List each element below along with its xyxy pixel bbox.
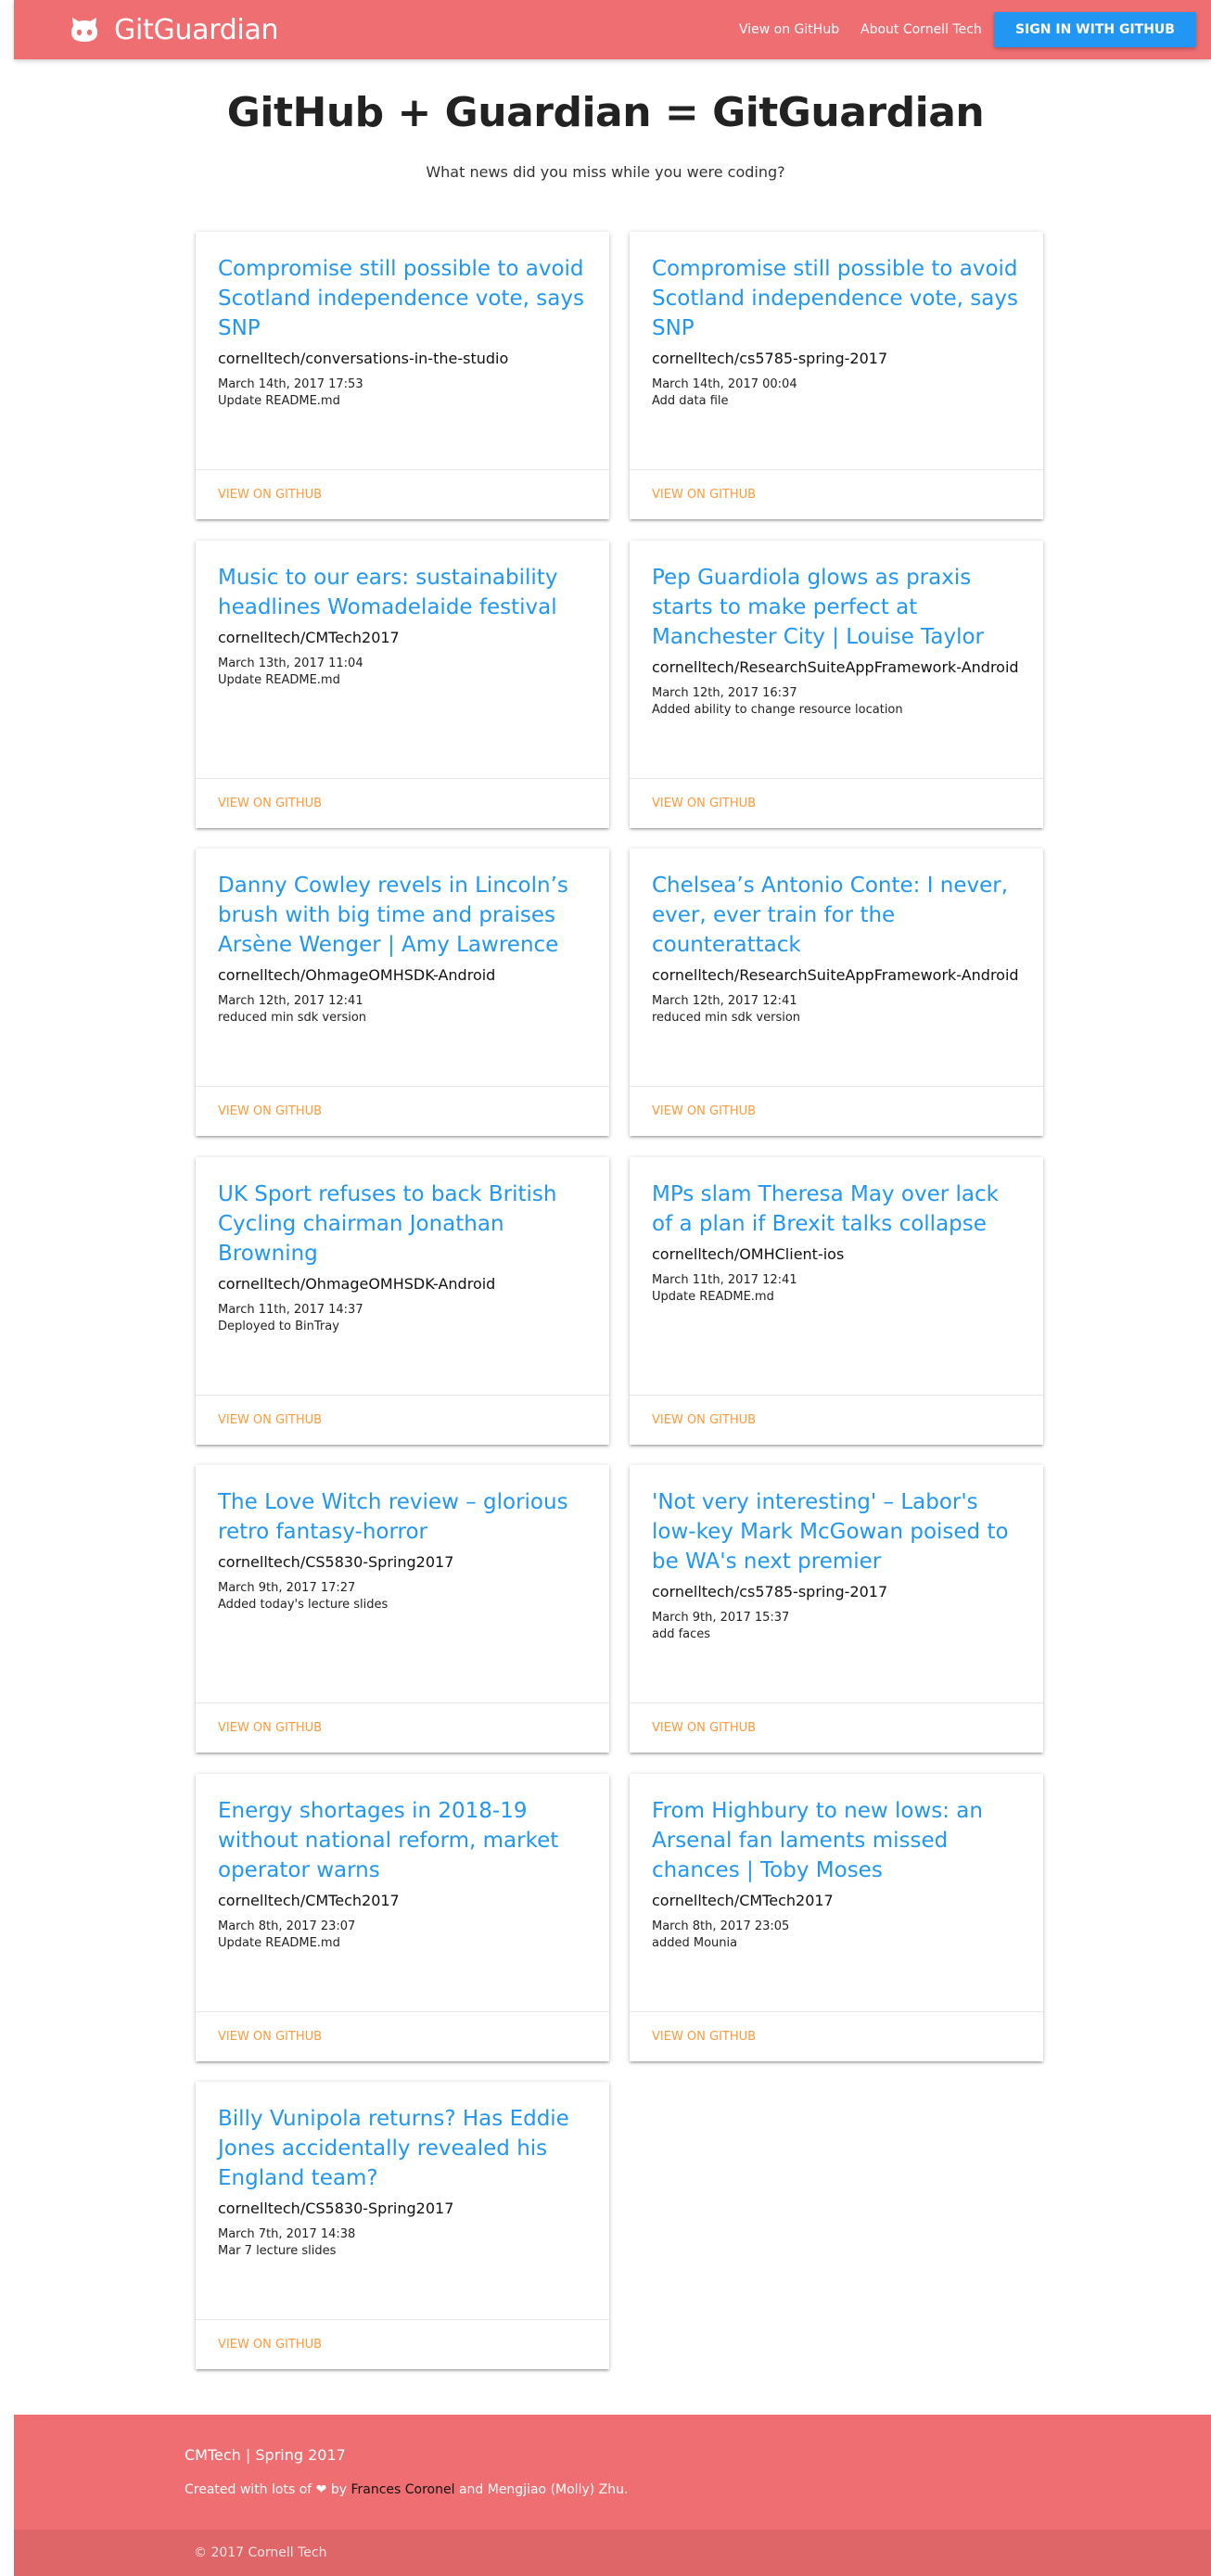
sign-in-with-github-button[interactable]: SIGN IN WITH GITHUB [994,12,1196,47]
card-commit-message: Added ability to change resource locatio… [652,703,903,717]
card-repo-name: cornelltech/cs5785-spring-2017 [652,1583,888,1600]
card-commit-message: Update README.md [218,394,340,408]
news-card: Music to our ears: sustainability headli… [196,541,609,828]
card-commit-date: March 11th, 2017 12:41 [652,1273,797,1287]
card-headline-link[interactable]: Energy shortages in 2018-19 without nati… [218,1796,587,1885]
card-headline-link[interactable]: Compromise still possible to avoid Scotl… [652,254,1021,343]
view-on-github-link[interactable]: VIEW ON GITHUB [218,1703,322,1753]
card-headline-link[interactable]: MPs slam Theresa May over lack of a plan… [652,1180,1021,1239]
brand-name[interactable]: GitGuardian [114,14,279,46]
card-commit-date: March 11th, 2017 14:37 [218,1303,363,1317]
card-commit-message: Mar 7 lecture slides [218,2244,337,2258]
card-repo-name: cornelltech/ResearchSuiteAppFramework-An… [652,966,1019,984]
footer-credit: Created with lots of ❤ by Frances Corone… [185,2482,628,2497]
card-commit-message: Update README.md [218,1936,340,1950]
view-on-github-link[interactable]: VIEW ON GITHUB [652,2012,756,2062]
view-on-github-link[interactable]: VIEW ON GITHUB [218,1396,322,1446]
footer-credit-prefix: Created with lots of [185,2482,312,2497]
card-commit-message: added Mounia [652,1936,738,1950]
copyright-bar: © 2017 Cornell Tech [14,2530,1211,2576]
page-title: GitHub + Guardian = GitGuardian [226,89,985,136]
github-cat-icon [71,18,97,42]
news-card: MPs slam Theresa May over lack of a plan… [630,1157,1043,1445]
card-repo-name: cornelltech/CS5830-Spring2017 [218,1553,454,1571]
card-headline-link[interactable]: 'Not very interesting' – Labor's low-key… [652,1487,1021,1576]
card-headline-link[interactable]: Pep Guardiola glows as praxis starts to … [652,563,1021,652]
footer-credit-by: by [330,2482,348,2497]
card-headline-link[interactable]: Danny Cowley revels in Lincoln’s brush w… [218,871,587,960]
news-card: 'Not very interesting' – Labor's low-key… [630,1465,1043,1753]
card-headline-link[interactable]: Chelsea’s Antonio Conte: I never, ever, … [652,871,1021,960]
card-commit-date: March 12th, 2017 16:37 [652,686,797,700]
news-card: UK Sport refuses to back British Cycling… [196,1157,609,1445]
card-headline-link[interactable]: UK Sport refuses to back British Cycling… [218,1180,587,1269]
view-on-github-link[interactable]: VIEW ON GITHUB [218,2012,322,2062]
view-on-github-link[interactable]: VIEW ON GITHUB [218,2320,322,2370]
card-commit-date: March 12th, 2017 12:41 [218,994,363,1008]
card-repo-name: cornelltech/cs5785-spring-2017 [652,350,888,367]
card-commit-message: Add data file [652,394,729,408]
card-commit-message: add faces [652,1627,711,1641]
view-on-github-link[interactable]: VIEW ON GITHUB [652,779,756,829]
news-card: Billy Vunipola returns? Has Eddie Jones … [196,2082,609,2369]
card-commit-message: reduced min sdk version [218,1011,367,1025]
card-repo-name: cornelltech/CMTech2017 [218,629,400,646]
card-commit-date: March 9th, 2017 15:37 [652,1611,790,1625]
view-on-github-link[interactable]: VIEW ON GITHUB [652,1703,756,1753]
view-on-github-link[interactable]: VIEW ON GITHUB [218,470,322,520]
card-repo-name: cornelltech/OhmageOMHSDK-Android [218,966,496,984]
news-card: Compromise still possible to avoid Scotl… [196,232,609,519]
card-commit-date: March 14th, 2017 17:53 [218,377,363,391]
card-headline-link[interactable]: The Love Witch review – glorious retro f… [218,1487,587,1547]
card-commit-date: March 8th, 2017 23:07 [218,1919,356,1933]
news-card: Danny Cowley revels in Lincoln’s brush w… [196,848,609,1136]
card-commit-message: Deployed to BinTray [218,1320,339,1333]
card-commit-message: Added today's lecture slides [218,1598,389,1612]
author-link[interactable]: Frances Coronel [351,2482,454,2497]
brand-link[interactable]: GitGuardian [68,0,279,59]
card-commit-date: March 8th, 2017 23:05 [652,1919,790,1933]
news-card: Chelsea’s Antonio Conte: I never, ever, … [630,848,1043,1136]
card-commit-date: March 14th, 2017 00:04 [652,377,797,391]
card-repo-name: cornelltech/conversations-in-the-studio [218,350,509,367]
top-navbar: GitGuardian View on GitHub About Cornell… [14,0,1211,59]
news-card: Energy shortages in 2018-19 without nati… [196,1774,609,2061]
heart-icon: ❤ [315,2482,327,2497]
copyright-text: © 2017 Cornell Tech [194,2545,327,2560]
card-commit-date: March 12th, 2017 12:41 [652,994,797,1008]
card-headline-link[interactable]: Billy Vunipola returns? Has Eddie Jones … [218,2104,587,2193]
footer-credit-suffix: and Mengjiao (Molly) Zhu. [458,2482,629,2497]
nav-about-cornell-tech-link[interactable]: About Cornell Tech [860,0,982,59]
card-commit-message: Update README.md [218,673,340,687]
view-on-github-link[interactable]: VIEW ON GITHUB [652,470,756,520]
card-headline-link[interactable]: From Highbury to new lows: an Arsenal fa… [652,1796,1021,1885]
card-commit-message: Update README.md [652,1290,774,1304]
news-card: Pep Guardiola glows as praxis starts to … [630,541,1043,828]
card-repo-name: cornelltech/OhmageOMHSDK-Android [218,1275,496,1293]
news-card: From Highbury to new lows: an Arsenal fa… [630,1774,1043,2061]
news-card: Compromise still possible to avoid Scotl… [630,232,1043,519]
view-on-github-link[interactable]: VIEW ON GITHUB [652,1087,756,1137]
card-repo-name: cornelltech/ResearchSuiteAppFramework-An… [652,658,1019,676]
page-footer: CMTech | Spring 2017 Created with lots o… [14,2415,1211,2576]
card-repo-name: cornelltech/CS5830-Spring2017 [218,2200,454,2217]
card-commit-message: reduced min sdk version [652,1011,801,1025]
news-card: The Love Witch review – glorious retro f… [196,1465,609,1753]
card-repo-name: cornelltech/CMTech2017 [652,1892,834,1909]
view-on-github-link[interactable]: VIEW ON GITHUB [652,1396,756,1446]
card-commit-date: March 7th, 2017 14:38 [218,2227,356,2241]
card-repo-name: cornelltech/CMTech2017 [218,1892,400,1909]
view-on-github-link[interactable]: VIEW ON GITHUB [218,779,322,829]
card-commit-date: March 9th, 2017 17:27 [218,1581,356,1595]
nav-view-on-github-link[interactable]: View on GitHub [739,0,839,59]
footer-title: CMTech | Spring 2017 [185,2446,346,2464]
card-repo-name: cornelltech/OMHClient-ios [652,1245,845,1263]
card-commit-date: March 13th, 2017 11:04 [218,657,363,670]
card-headline-link[interactable]: Compromise still possible to avoid Scotl… [218,254,587,343]
page-subtitle: What news did you miss while you were co… [426,163,785,181]
card-headline-link[interactable]: Music to our ears: sustainability headli… [218,563,587,622]
view-on-github-link[interactable]: VIEW ON GITHUB [218,1087,322,1137]
